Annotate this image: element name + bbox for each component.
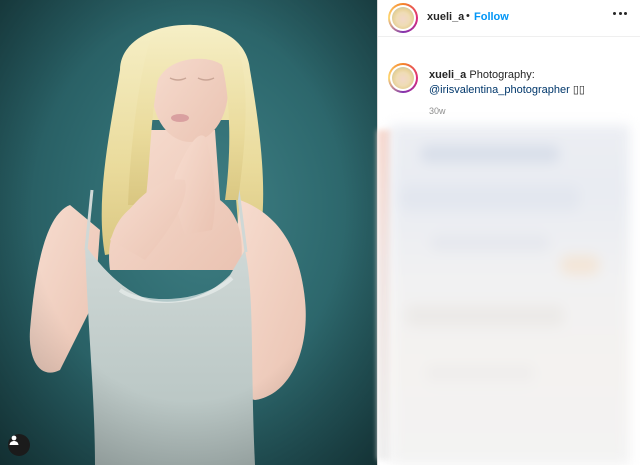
more-options-icon[interactable] bbox=[613, 12, 627, 16]
caption-text: xueli_a Photography: @irisvalentina_phot… bbox=[429, 68, 629, 98]
caption-username[interactable]: xueli_a bbox=[429, 69, 466, 81]
follow-button[interactable]: Follow bbox=[474, 11, 509, 23]
person-icon bbox=[9, 435, 19, 445]
post-photo bbox=[0, 0, 377, 465]
caption-body: Photography: bbox=[469, 69, 535, 81]
post-header: xueli_a • Follow bbox=[378, 0, 640, 37]
author-username[interactable]: xueli_a bbox=[427, 11, 464, 23]
user-tag-icon[interactable] bbox=[8, 434, 30, 456]
caption-emoji: ▯▯ bbox=[572, 84, 585, 96]
post-timestamp[interactable]: 30w bbox=[429, 106, 446, 116]
author-avatar[interactable] bbox=[388, 3, 418, 33]
portrait-image bbox=[0, 0, 377, 465]
separator-dot: • bbox=[466, 10, 470, 22]
blurred-comments bbox=[390, 125, 630, 465]
post-side-panel: xueli_a • Follow xueli_a Photography: @i… bbox=[377, 0, 640, 465]
mention-link[interactable]: @irisvalentina_photographer bbox=[429, 84, 570, 96]
caption-avatar[interactable] bbox=[388, 63, 418, 93]
post-modal: xueli_a • Follow xueli_a Photography: @i… bbox=[0, 0, 640, 465]
